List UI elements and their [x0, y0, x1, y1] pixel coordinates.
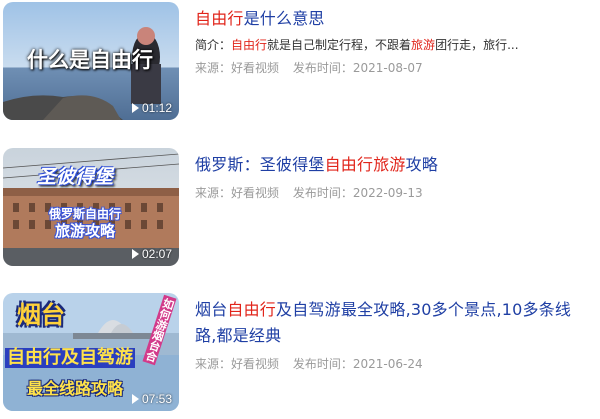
video-result-item: 烟台 自由行及自驾游 最全线路攻略 如何游烟台合 07:53 烟台自由行及自驾游… — [0, 293, 600, 413]
title-part-text: 烟台 — [195, 300, 228, 319]
title-part-text: 是什么意思 — [243, 9, 325, 28]
thumbnail-overlay-text: 什么是自由行 — [27, 48, 153, 72]
play-icon — [131, 249, 139, 259]
video-info: 俄罗斯：圣彼得堡自由行旅游攻略 来源：好看视频 发布时间：2022-09-13 — [195, 152, 585, 201]
thumbnail-overlay-text: 烟台 — [17, 301, 65, 329]
video-publish-time: 发布时间：2021-06-24 — [292, 357, 423, 371]
duration-text: 07:53 — [141, 392, 172, 406]
title-part-text: 攻略 — [405, 155, 439, 174]
video-result-item: 什么是自由行 01:12 自由行是什么意思 简介：自由行就是自己制定行程，不跟着… — [0, 2, 600, 122]
summary-part-text: 团行走，旅行... — [435, 38, 519, 52]
video-meta: 来源：好看视频 发布时间：2022-09-13 — [195, 184, 585, 201]
video-source: 来源：好看视频 — [195, 186, 280, 200]
video-source: 来源：好看视频 — [195, 61, 280, 75]
title-part-text: 俄罗斯：圣彼得堡 — [195, 155, 325, 174]
video-publish-time: 发布时间：2021-08-07 — [292, 61, 423, 75]
video-summary: 简介：自由行就是自己制定行程，不跟着旅游团行走，旅行... — [195, 35, 585, 55]
video-duration: 07:53 — [131, 392, 172, 406]
thumbnail-overlay-text: 俄罗斯自由行 — [49, 207, 122, 221]
duration-text: 02:07 — [141, 247, 172, 261]
video-thumbnail[interactable]: 什么是自由行 01:12 — [3, 2, 179, 120]
thumbnail-overlay-text: 圣彼得堡 — [37, 166, 114, 188]
title-part-highlight: 旅游 — [373, 155, 406, 174]
video-info: 烟台自由行及自驾游最全攻略,30多个景点,10多条线路,都是经典 来源：好看视频… — [195, 297, 585, 372]
video-publish-time: 发布时间：2022-09-13 — [292, 186, 423, 200]
play-icon — [131, 394, 139, 404]
video-title[interactable]: 俄罗斯：圣彼得堡自由行旅游攻略 — [195, 152, 585, 178]
video-thumbnail[interactable]: 烟台 自由行及自驾游 最全线路攻略 如何游烟台合 07:53 — [3, 293, 179, 411]
play-icon — [131, 103, 139, 113]
video-result-list: 什么是自由行 01:12 自由行是什么意思 简介：自由行就是自己制定行程，不跟着… — [0, 0, 600, 419]
title-part-highlight: 自由行 — [195, 9, 244, 28]
video-title[interactable]: 烟台自由行及自驾游最全攻略,30多个景点,10多条线路,都是经典 — [195, 297, 585, 349]
video-result-item: 圣彼得堡 俄罗斯自由行 旅游攻略 02:07 俄罗斯：圣彼得堡自由行旅游攻略 来… — [0, 148, 600, 268]
video-duration: 02:07 — [131, 247, 172, 261]
thumbnail-overlay-text: 旅游攻略 — [55, 222, 116, 240]
summary-part-text: 简介： — [195, 38, 232, 52]
summary-part-text: 就是自己制定行程，不跟着 — [267, 38, 412, 52]
video-meta: 来源：好看视频 发布时间：2021-08-07 — [195, 59, 585, 76]
thumbnail-overlay-text: 自由行及自驾游 — [5, 347, 135, 368]
summary-part-highlight: 自由行 — [231, 38, 268, 52]
summary-part-highlight: 旅游 — [411, 38, 436, 52]
duration-text: 01:12 — [141, 101, 172, 115]
video-source: 来源：好看视频 — [195, 357, 280, 371]
video-thumbnail[interactable]: 圣彼得堡 俄罗斯自由行 旅游攻略 02:07 — [3, 148, 179, 266]
video-info: 自由行是什么意思 简介：自由行就是自己制定行程，不跟着旅游团行走，旅行... 来… — [195, 6, 585, 76]
video-meta: 来源：好看视频 发布时间：2021-06-24 — [195, 355, 585, 372]
video-title[interactable]: 自由行是什么意思 — [195, 6, 585, 32]
title-part-highlight: 自由行 — [227, 300, 277, 319]
thumbnail-overlay-text: 最全线路攻略 — [27, 379, 124, 398]
title-part-highlight: 自由行 — [324, 155, 374, 174]
video-duration: 01:12 — [131, 101, 172, 115]
